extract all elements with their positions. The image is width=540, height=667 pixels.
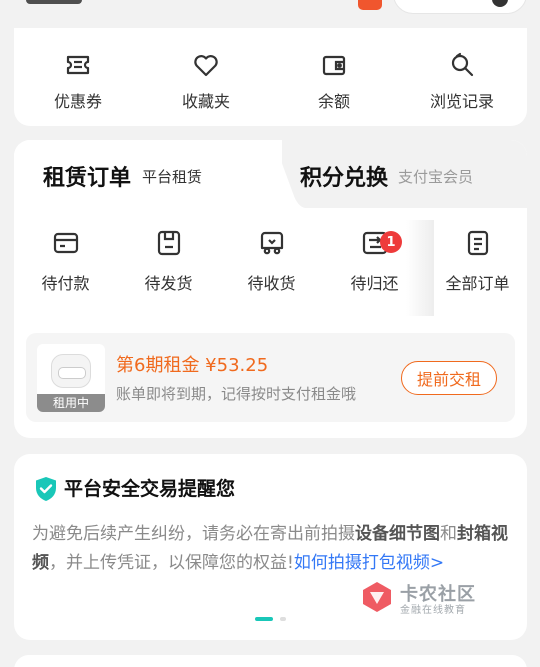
safety-emphasis: 设备细节图 <box>355 524 440 544</box>
rent-status-badge: 租用中 <box>37 394 105 412</box>
order-status-pending-shipment[interactable]: 待发货 <box>117 228 220 308</box>
header-capsule[interactable] <box>393 0 527 14</box>
tab-rental-title: 租赁订单 <box>43 166 132 191</box>
quick-item-label: 余额 <box>317 92 350 111</box>
order-status-label: 待归还 <box>350 274 399 293</box>
tab-rental-orders[interactable]: 租赁订单 平台租赁 <box>14 140 282 208</box>
quick-item-coupons[interactable]: 优惠券 <box>14 28 142 126</box>
all-orders-icon <box>467 230 488 256</box>
top-header-strip <box>0 0 540 28</box>
carousel-dot-active <box>255 617 273 621</box>
order-status-label: 待收货 <box>247 274 296 293</box>
earbuds-image <box>51 354 91 388</box>
safety-title: 平台安全交易提醒您 <box>64 478 236 500</box>
product-thumbnail[interactable]: 租用中 <box>37 344 105 412</box>
safety-message: 为避免后续产生纠纷，请务必在寄出前拍摄设备细节图和封箱视频，并上传凭证，以保障您… <box>32 520 512 578</box>
order-status-label: 待发货 <box>144 274 193 293</box>
coupon-icon <box>66 55 90 75</box>
order-status-all-orders[interactable]: 全部订单 <box>426 228 527 308</box>
quick-item-label: 优惠券 <box>53 92 102 111</box>
next-card <box>14 655 527 667</box>
watermark-logo-icon <box>363 582 391 612</box>
tab-rental-subtitle: 平台租赁 <box>142 168 203 186</box>
quick-item-balance[interactable]: 余额 <box>270 28 398 126</box>
quick-access-card: 优惠券 收藏夹 余额 浏览记录 <box>14 28 527 126</box>
orders-card: 积分兑换 支付宝会员 租赁订单 平台租赁 待付款 待发货 待收货 待归还 全部订… <box>14 140 527 438</box>
app-logo-icon[interactable] <box>358 0 382 10</box>
order-status-label: 待付款 <box>41 274 90 293</box>
quick-item-history[interactable]: 浏览记录 <box>398 28 526 126</box>
carousel-dot <box>280 617 286 621</box>
safety-text-part: 和 <box>440 524 457 544</box>
heart-icon <box>194 55 218 77</box>
pending-receipt-icon <box>260 231 283 255</box>
rent-installment-title: 第6期租金 ¥53.25 <box>116 355 269 376</box>
pending-return-badge: 1 <box>380 231 402 253</box>
wallet-icon <box>322 55 346 76</box>
how-to-film-link[interactable]: 如何拍摄打包视频> <box>294 553 444 573</box>
watermark-subtitle: 金融在线教育 <box>400 605 466 616</box>
rent-due-description: 账单即将到期，记得按时支付租金哦 <box>116 385 357 403</box>
tab-divider <box>246 140 306 208</box>
order-status-pending-receipt[interactable]: 待收货 <box>220 228 323 308</box>
pay-early-button[interactable]: 提前交租 <box>401 361 497 395</box>
order-status-label: 全部订单 <box>445 274 510 293</box>
quick-item-favorites[interactable]: 收藏夹 <box>142 28 270 126</box>
safety-text-part: ，并上传凭证，以保障您的权益! <box>49 553 294 573</box>
tab-points-title: 积分兑换 <box>300 166 389 191</box>
tab-points-subtitle: 支付宝会员 <box>398 168 474 186</box>
rent-reminder[interactable]: 租用中 第6期租金 ¥53.25 账单即将到期，记得按时支付租金哦 提前交租 <box>26 333 515 422</box>
quick-item-label: 浏览记录 <box>429 92 494 111</box>
quick-item-label: 收藏夹 <box>181 92 230 111</box>
carousel-indicator <box>255 617 295 621</box>
scroll-fade <box>406 220 434 316</box>
pending-payment-icon <box>53 232 78 254</box>
order-status-pending-payment[interactable]: 待付款 <box>14 228 117 308</box>
pending-shipment-icon <box>157 230 180 256</box>
header-title-fragment <box>26 0 82 4</box>
history-icon <box>451 52 474 77</box>
watermark: 卡农社区 金融在线教育 <box>360 578 482 616</box>
capsule-icon[interactable] <box>492 0 508 7</box>
safety-text-part: 为避免后续产生纠纷，请务必在寄出前拍摄 <box>32 524 355 544</box>
shield-check-icon <box>36 477 56 501</box>
